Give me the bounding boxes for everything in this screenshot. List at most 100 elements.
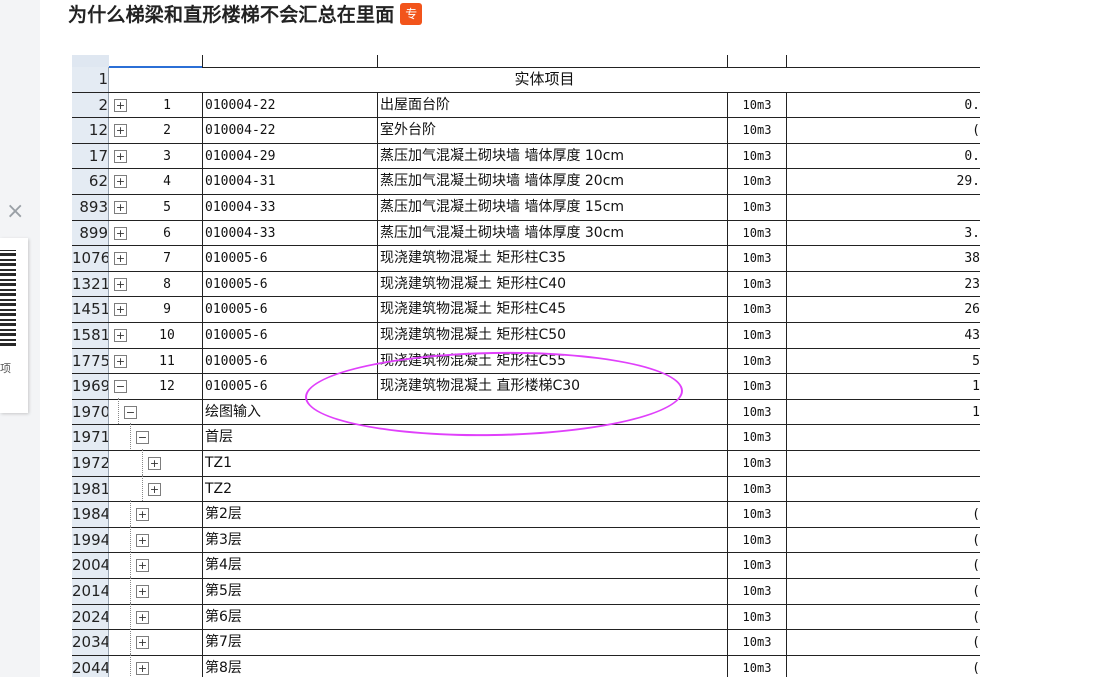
tree-connector	[130, 577, 132, 603]
expand-icon[interactable]: +	[136, 533, 149, 547]
quantity-cell	[786, 195, 980, 220]
quantity-cell: 43	[786, 323, 980, 348]
tree-connector	[118, 397, 120, 424]
row-number: 1969	[72, 374, 109, 399]
expand-icon[interactable]: +	[114, 149, 127, 163]
item-name-cell: 现浇建筑物混凝土 矩形柱C45	[377, 297, 727, 322]
unit-cell: 10m3	[727, 220, 786, 246]
close-icon[interactable]: ×	[6, 200, 24, 224]
expand-icon[interactable]: +	[114, 329, 127, 342]
expand-icon[interactable]: +	[136, 508, 149, 522]
sequence-cell: 9	[163, 302, 171, 318]
tree-connector	[142, 474, 144, 501]
sequence-cell: 5	[163, 200, 171, 215]
code-cell: 010005-6	[202, 323, 377, 348]
quantity-cell: 38	[786, 246, 980, 271]
unit-cell: 10m3	[727, 143, 786, 169]
item-name-cell: 蒸压加气混凝土砌块墙 墙体厚度 10cm	[377, 143, 727, 169]
expand-icon[interactable]: +	[148, 482, 161, 496]
code-cell: 010005-6	[202, 374, 377, 399]
quantity-cell: 26	[786, 297, 980, 322]
expand-icon[interactable]: +	[114, 252, 127, 266]
tree-connector	[130, 602, 132, 629]
table-row: 1451 +9 010005-6 现浇建筑物混凝土 矩形柱C45 10m3 26	[72, 297, 980, 323]
row-number: 1972	[72, 451, 109, 476]
unit-cell: 10m3	[727, 604, 786, 630]
title-text: 为什么梯梁和直形楼梯不会汇总在里面	[68, 4, 395, 26]
unit-cell: 10m3	[727, 118, 786, 143]
tree-row: 2044 + 第8层 10m3(	[72, 653, 980, 677]
unit-cell: 10m3	[727, 527, 786, 553]
unit-cell: 10m3	[727, 502, 786, 527]
expand-icon[interactable]: +	[148, 457, 161, 470]
expand-icon[interactable]: +	[114, 98, 127, 112]
tree-node-label: 首层	[202, 425, 727, 450]
expand-icon[interactable]: +	[136, 661, 149, 675]
row-number: 1971	[72, 425, 109, 450]
unit-cell: 10m3	[727, 195, 786, 220]
unit-cell: 10m3	[727, 297, 786, 322]
expand-icon[interactable]: +	[114, 226, 127, 240]
unit-cell: 10m3	[727, 92, 786, 118]
unit-cell: 10m3	[727, 425, 786, 450]
collapse-icon[interactable]: −	[114, 380, 127, 394]
expand-icon[interactable]: +	[114, 124, 127, 138]
sequence-cell: 2	[163, 123, 171, 139]
expand-icon[interactable]: +	[136, 610, 149, 624]
tree-node-label: 第4层	[202, 553, 727, 578]
row-number: 1076	[72, 246, 109, 271]
expand-icon[interactable]: +	[114, 201, 127, 214]
row-number: 1775	[72, 348, 109, 374]
unit-cell: 10m3	[727, 630, 786, 655]
sequence-cell: 10	[159, 328, 175, 343]
collapse-icon[interactable]: −	[124, 405, 137, 419]
row-number: 899	[72, 220, 109, 246]
tree-node-label: 绘图输入	[202, 399, 727, 425]
table-row: 899 +6 010004-33 蒸压加气混凝土砌块墙 墙体厚度 30cm 10m3 3.	[72, 220, 980, 247]
code-cell: 010004-31	[202, 169, 377, 194]
qr-code-icon	[0, 250, 16, 346]
quantity-cell: (	[786, 604, 980, 630]
collapse-icon[interactable]: −	[136, 431, 149, 445]
item-name-cell: 蒸压加气混凝土砌块墙 墙体厚度 30cm	[377, 220, 727, 246]
code-cell: 010004-22	[202, 92, 377, 118]
tree-row: 1972 + TZ1 10m3	[72, 449, 980, 477]
expand-icon[interactable]: +	[114, 277, 127, 291]
code-cell: 010004-29	[202, 143, 377, 169]
qr-caption: 项	[0, 362, 11, 375]
expand-icon[interactable]: +	[114, 354, 127, 368]
tree-node-label: TZ1	[202, 451, 727, 476]
tree-row: 1981 + TZ2 10m3	[72, 474, 980, 503]
quantity-cell: (	[786, 579, 980, 604]
table-row: 1321 +8 010005-6 现浇建筑物混凝土 矩形柱C40 10m3 23	[72, 271, 980, 298]
unit-cell: 10m3	[727, 323, 786, 348]
tree-row: 1984 + 第2层 10m3(	[72, 500, 980, 528]
expand-icon[interactable]: +	[114, 175, 127, 189]
tree-row: 1971 − 首层 10m3	[72, 423, 980, 451]
tree-connector	[142, 449, 144, 475]
tree-node-label: TZ2	[202, 476, 727, 502]
tree-node-label: 第6层	[202, 604, 727, 630]
qr-code-panel[interactable]: 项	[0, 238, 28, 413]
sequence-cell: 3	[163, 148, 171, 164]
tree-connector	[130, 551, 132, 578]
unit-cell: 10m3	[727, 169, 786, 194]
quantity-cell: 3.	[786, 220, 980, 246]
quantity-cell: 0.	[786, 92, 980, 118]
tree-row: 2024 + 第6层 10m3(	[72, 602, 980, 631]
quantity-cell: (	[786, 630, 980, 655]
unit-cell: 10m3	[727, 399, 786, 425]
unit-cell: 10m3	[727, 579, 786, 604]
table-header-row: 1 实体项目	[72, 67, 980, 93]
expand-icon[interactable]: +	[136, 559, 149, 573]
unit-cell: 10m3	[727, 655, 786, 677]
expand-icon[interactable]: +	[136, 585, 149, 598]
row-number: 1984	[72, 502, 109, 527]
expand-icon[interactable]: +	[136, 636, 149, 650]
unit-cell: 10m3	[727, 451, 786, 476]
item-name-cell: 现浇建筑物混凝土 直形楼梯C30	[377, 374, 727, 399]
quantity-cell: (	[786, 527, 980, 553]
table-row: 893 +5 010004-33 蒸压加气混凝土砌块墙 墙体厚度 15cm 10m3	[72, 195, 980, 221]
tree-connector	[130, 653, 132, 677]
expand-icon[interactable]: +	[114, 303, 127, 317]
